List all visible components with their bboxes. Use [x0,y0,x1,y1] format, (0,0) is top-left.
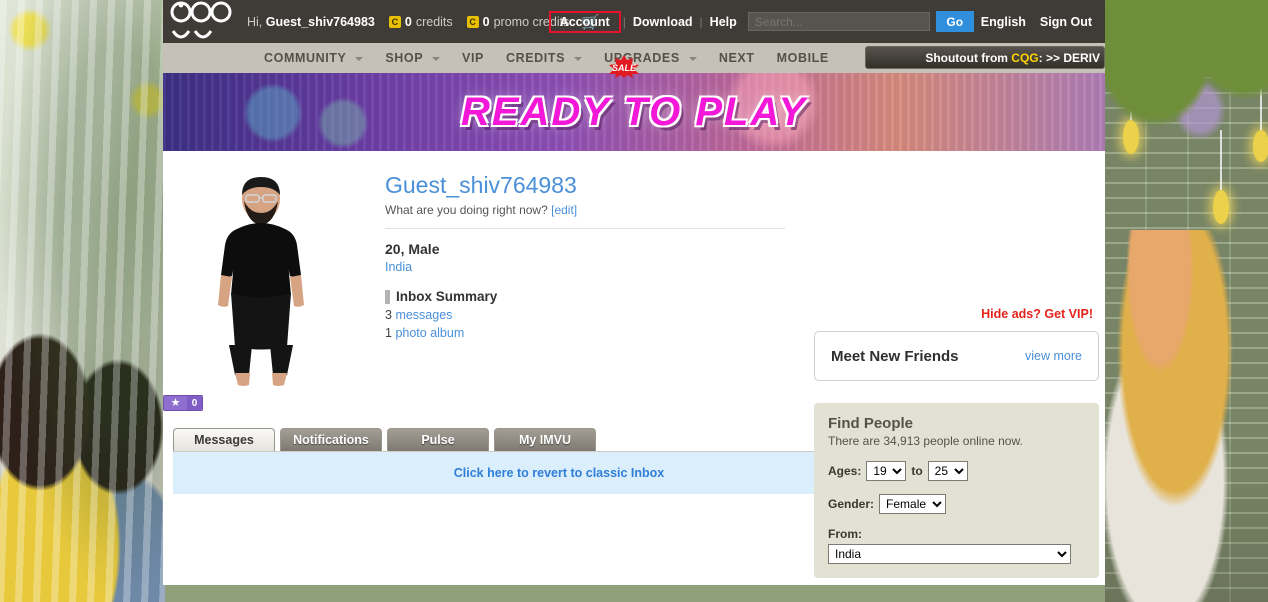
wallpaper-left-garden [0,0,165,602]
age-from-select[interactable]: 19 [866,461,907,481]
nav-label: SHOP [385,51,423,65]
shoutout-banner[interactable]: Shoutout from CQG: >> DERIV [865,46,1105,69]
shoutout-prefix: Shoutout from [925,51,1012,65]
tab-notifications[interactable]: Notifications [280,428,382,451]
chevron-down-icon [688,56,697,61]
greeting-prefix: Hi, [247,14,263,29]
photo-album-link[interactable]: photo album [395,326,464,340]
country-select[interactable]: India [828,544,1071,564]
messages-link[interactable]: messages [395,308,452,322]
nav-label: COMMUNITY [264,51,347,65]
wallpaper-right-brickwall [1105,0,1268,602]
meet-view-more-link[interactable]: view more [1025,349,1082,363]
wallpaper-left-figures [0,332,165,602]
nav-item-credits[interactable]: CREDITS [495,43,593,73]
search-go-button[interactable]: Go [935,11,974,32]
badge-count: 0 [187,396,202,410]
nav-item-mobile[interactable]: MOBILE [766,43,840,73]
avatar-column: ★ 0 [163,173,385,411]
nav-item-next[interactable]: NEXT [708,43,766,73]
avatar-image[interactable] [201,173,321,388]
hanging-bulb-icon [1213,130,1229,224]
credits-display[interactable]: C 0 credits [388,14,453,29]
ages-to-label: to [911,464,923,478]
inbox-summary-title: Inbox Summary [396,289,498,305]
from-row: From: India [828,527,1085,564]
chevron-down-icon [355,56,364,61]
ages-row: Ages: 19 to 25 [828,461,1085,481]
heading-marker-icon [385,289,390,304]
banner-headline: READY TO PLAY [460,89,808,134]
download-link[interactable]: Download [626,15,700,29]
shoutout-username: CQG [1011,51,1039,65]
hanging-bulb-icon [1123,60,1139,154]
album-count: 1 [385,326,392,341]
revert-classic-inbox-link[interactable]: Click here to revert to classic Inbox [454,466,665,480]
tab-pulse[interactable]: Pulse [387,428,489,451]
nav-label: CREDITS [505,51,566,65]
status-badge[interactable]: ★ 0 [163,395,203,411]
from-label-wrap: From: [828,527,1085,541]
chevron-down-icon [432,56,441,61]
nav-item-vip[interactable]: VIP [451,43,495,73]
language-link[interactable]: English [974,15,1033,29]
hide-ads-link[interactable]: Hide ads? Get VIP! [814,307,1099,321]
nav-item-community[interactable]: COMMUNITY [253,43,374,73]
nav-label: MOBILE [776,51,829,65]
main-content: ★ 0 Guest_shiv764983 What are you doing … [163,151,1105,585]
gender-select[interactable]: Female [879,494,947,514]
meet-new-friends-title: Meet New Friends [831,347,959,365]
svg-text:SALE: SALE [612,63,637,73]
from-label: From: [828,527,862,541]
divider [385,228,785,230]
location-link[interactable]: India [385,260,1077,274]
account-link[interactable]: Account [553,15,617,29]
tab-messages[interactable]: Messages [173,428,275,451]
credits-value: 0 [404,14,412,29]
nav-label: VIP [462,51,484,65]
search-input[interactable] [747,12,930,31]
page-title: Guest_shiv764983 [385,172,577,198]
inbox-tabs: Messages Notifications Pulse My IMVU [173,428,1105,451]
edit-status-link[interactable]: [edit] [551,203,577,217]
nav-item-shop[interactable]: SHOP [374,43,451,73]
promo-coin-icon: C [466,15,479,28]
gender-label: Gender: [828,497,875,511]
meet-new-friends-card: Meet New Friends view more [814,331,1099,381]
messages-count: 3 [385,308,392,323]
help-link[interactable]: Help [703,15,744,29]
tab-my-imvu[interactable]: My IMVU [494,428,596,451]
hanging-bulb-icon [1253,70,1268,162]
imvu-page: Hi, Guest_shiv764983 C 0 credits C 0 pro… [163,0,1105,585]
status-message: What are you doing right now? [edit] [385,203,1077,217]
header-right-links: Account | Download | Help Go English Sig… [548,0,1099,43]
chevron-down-icon [574,56,583,61]
credits-label: credits [415,14,453,29]
gender-row: Gender: Female [828,494,1085,514]
ages-label: Ages: [828,464,862,478]
credit-coin-icon: C [388,15,401,28]
star-icon: ★ [164,396,187,410]
age-gender-text: 20, Male [385,241,440,258]
shoutout-message: : >> DERIV [1038,51,1100,65]
greeting-username: Guest_shiv764983 [265,14,375,29]
age-to-select[interactable]: 25 [927,461,968,481]
inbox-summary-heading: Inbox Summary [385,289,1077,304]
sale-badge-icon[interactable]: SALE [606,55,642,78]
nav-label: NEXT [718,51,755,65]
nav-item-list: COMMUNITY SHOP VIP CREDITS UPGRADES NEXT [253,43,840,73]
imvu-logo[interactable] [167,0,241,45]
main-navigation: COMMUNITY SHOP VIP CREDITS UPGRADES NEXT [163,43,1105,78]
site-header: Hi, Guest_shiv764983 C 0 credits C 0 pro… [163,0,1105,43]
status-question: What are you doing right now? [385,203,548,218]
sign-out-link[interactable]: Sign Out [1033,15,1099,29]
promo-value: 0 [482,14,490,29]
promo-banner[interactable]: READY TO PLAY [163,73,1105,151]
wallpaper-right-figure [1105,230,1268,602]
user-greeting: Hi, Guest_shiv764983 [247,15,375,29]
account-highlight-box: Account [548,10,621,33]
